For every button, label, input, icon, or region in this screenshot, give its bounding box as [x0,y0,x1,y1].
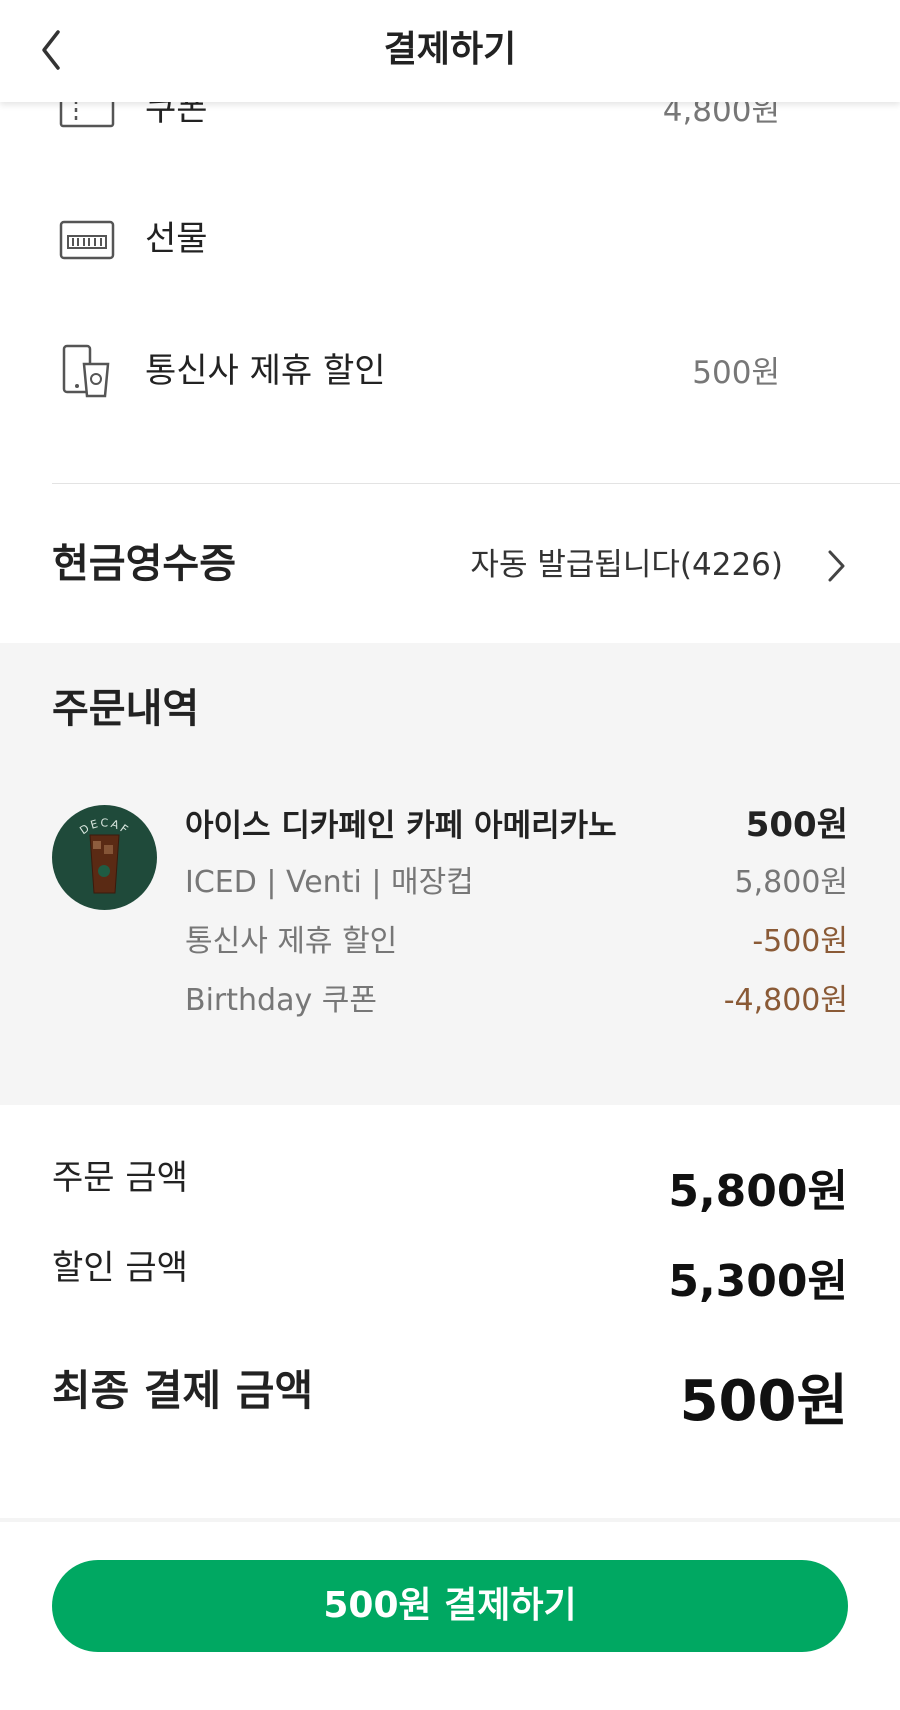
product-thumbnail: DECAF [52,805,157,910]
final-amount-label: 최종 결제 금액 [52,1366,314,1415]
pay-button[interactable]: 500원 결제하기 [52,1560,848,1652]
discount-amount: -500원 [752,924,848,959]
svg-text:DECAF: DECAF [77,816,132,837]
payment-method-telecom[interactable]: 통신사 제휴 할인 500원 [0,332,900,412]
discount-amount: -4,800원 [723,983,848,1018]
cash-receipt-value: 자동 발급됩니다(4226) [470,547,783,583]
cash-receipt-title: 현금영수증 [52,541,236,587]
section-divider [52,483,900,484]
order-amount-label: 주문 금액 [52,1158,188,1198]
discount-amount-value: 5,300원 [668,1256,848,1307]
payment-method-amount: 500원 [692,355,780,391]
payment-method-label: 통신사 제휴 할인 [145,351,386,391]
bottom-separator [0,1518,900,1522]
order-item-option: ICED | Venti | 매장컵 [185,865,474,900]
page-title: 결제하기 [383,29,517,70]
payment-method-gift[interactable]: 선물 [0,200,900,280]
chevron-right-icon [828,550,845,582]
decaf-badge: DECAF [77,816,130,837]
order-amount-value: 5,800원 [668,1166,848,1217]
final-amount-value: 500원 [679,1369,848,1434]
cash-receipt-row[interactable]: 현금영수증 자동 발급됩니다(4226) [0,520,900,608]
top-bar: 결제하기 [0,0,900,102]
order-item-name: 아이스 디카페인 카페 아메리카노 [185,808,617,844]
discount-amount-label: 할인 금액 [52,1248,188,1288]
order-item-option-price: 5,800원 [734,865,848,900]
payment-method-label: 선물 [145,219,208,259]
telecom-discount-icon [62,344,110,398]
discount-label: 통신사 제휴 할인 [185,924,398,959]
discount-label: Birthday 쿠폰 [185,983,377,1018]
order-item-price: 500원 [745,805,848,845]
order-details-section: 주문내역 DECAF 아이스 디카페인 카페 아메리카노 500원 ICED |… [0,643,900,1105]
gift-card-icon [59,220,115,260]
order-details-title: 주문내역 [52,686,200,732]
